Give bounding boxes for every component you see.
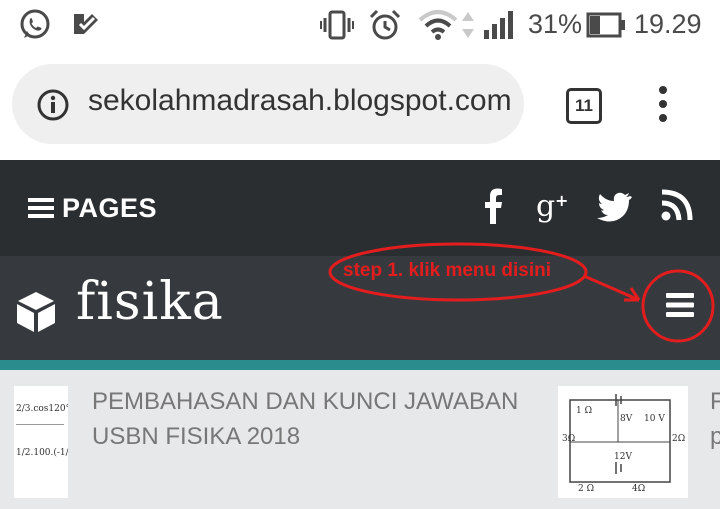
facebook-icon[interactable] bbox=[474, 186, 514, 226]
circuit-label: 3Ω bbox=[562, 434, 576, 444]
menu-toggle-icon[interactable] bbox=[664, 289, 696, 321]
clock: 19.29 bbox=[634, 9, 702, 39]
site-title[interactable]: fisika bbox=[76, 272, 224, 332]
battery-percent: 31% bbox=[528, 9, 583, 39]
url-value: sekolahmadrasah.blogspot.com bbox=[88, 84, 512, 117]
thumb-line-1: 2/3.cos120° bbox=[16, 404, 68, 414]
wifi-icon bbox=[418, 10, 458, 40]
circuit-label: 8V bbox=[620, 414, 633, 424]
svg-text:+: + bbox=[555, 191, 568, 210]
post-title[interactable]: PEMBAHASAN DAN KUNCI JAWABAN USBN FISIKA… bbox=[92, 384, 532, 454]
post-thumbnail-circuit[interactable]: 1 Ω 8V 10 V 3Ω 2Ω 12V 2 Ω 4Ω bbox=[558, 386, 688, 498]
circuit-label: 4Ω bbox=[632, 484, 646, 494]
rss-icon[interactable] bbox=[656, 186, 696, 226]
whatsapp-icon bbox=[20, 9, 50, 39]
post-title-fragment: F bbox=[710, 388, 720, 415]
accent-bar bbox=[0, 360, 720, 370]
info-icon[interactable] bbox=[36, 88, 70, 122]
post-title-cut[interactable]: F p bbox=[710, 384, 720, 454]
pages-label: PAGES bbox=[62, 192, 158, 223]
browser-toolbar: sekolahmadrasah.blogspot.com 11 bbox=[0, 52, 720, 160]
annotation-marks bbox=[328, 242, 715, 343]
svg-text:g: g bbox=[536, 189, 555, 224]
url-text[interactable]: sekolahmadrasah.blogspot.com bbox=[88, 84, 518, 126]
circuit-label: 1 Ω bbox=[576, 406, 593, 416]
data-arrows-icon bbox=[462, 12, 474, 38]
circuit-label: 12V bbox=[614, 452, 632, 462]
google-plus-icon[interactable]: g + bbox=[534, 186, 574, 226]
site-header: fisika step 1. klik menu disini bbox=[0, 242, 720, 360]
post-title-fragment: p bbox=[710, 423, 720, 450]
tab-switcher-button[interactable]: 11 bbox=[566, 88, 602, 124]
menu-dots-icon[interactable] bbox=[656, 84, 670, 124]
circuit-label: 10 V bbox=[644, 414, 665, 424]
checkmark-notification-icon bbox=[74, 14, 98, 34]
alarm-icon bbox=[369, 9, 401, 40]
battery-icon bbox=[586, 12, 625, 38]
circuit-label: 2Ω bbox=[672, 434, 686, 444]
divider bbox=[16, 424, 64, 425]
twitter-icon[interactable] bbox=[594, 186, 634, 226]
signal-icon bbox=[484, 11, 513, 39]
pages-menu-button[interactable]: PAGES bbox=[28, 190, 157, 226]
vibrate-icon bbox=[320, 10, 354, 40]
thumb-line-2: 1/2.100.(-1/2) bbox=[16, 448, 68, 458]
circuit-label: 2 Ω bbox=[578, 484, 595, 494]
status-bar: 31% 19.29 bbox=[0, 0, 720, 52]
cube-icon bbox=[17, 292, 55, 332]
annotation-text: step 1. klik menu disini bbox=[343, 260, 552, 281]
address-bar[interactable]: sekolahmadrasah.blogspot.com bbox=[12, 64, 524, 144]
post-list: 2/3.cos120° 1/2.100.(-1/2) PEMBAHASAN DA… bbox=[0, 370, 720, 509]
circuit-diagram bbox=[569, 394, 671, 483]
post-thumbnail[interactable]: 2/3.cos120° 1/2.100.(-1/2) bbox=[14, 386, 68, 498]
hamburger-icon bbox=[28, 198, 54, 218]
